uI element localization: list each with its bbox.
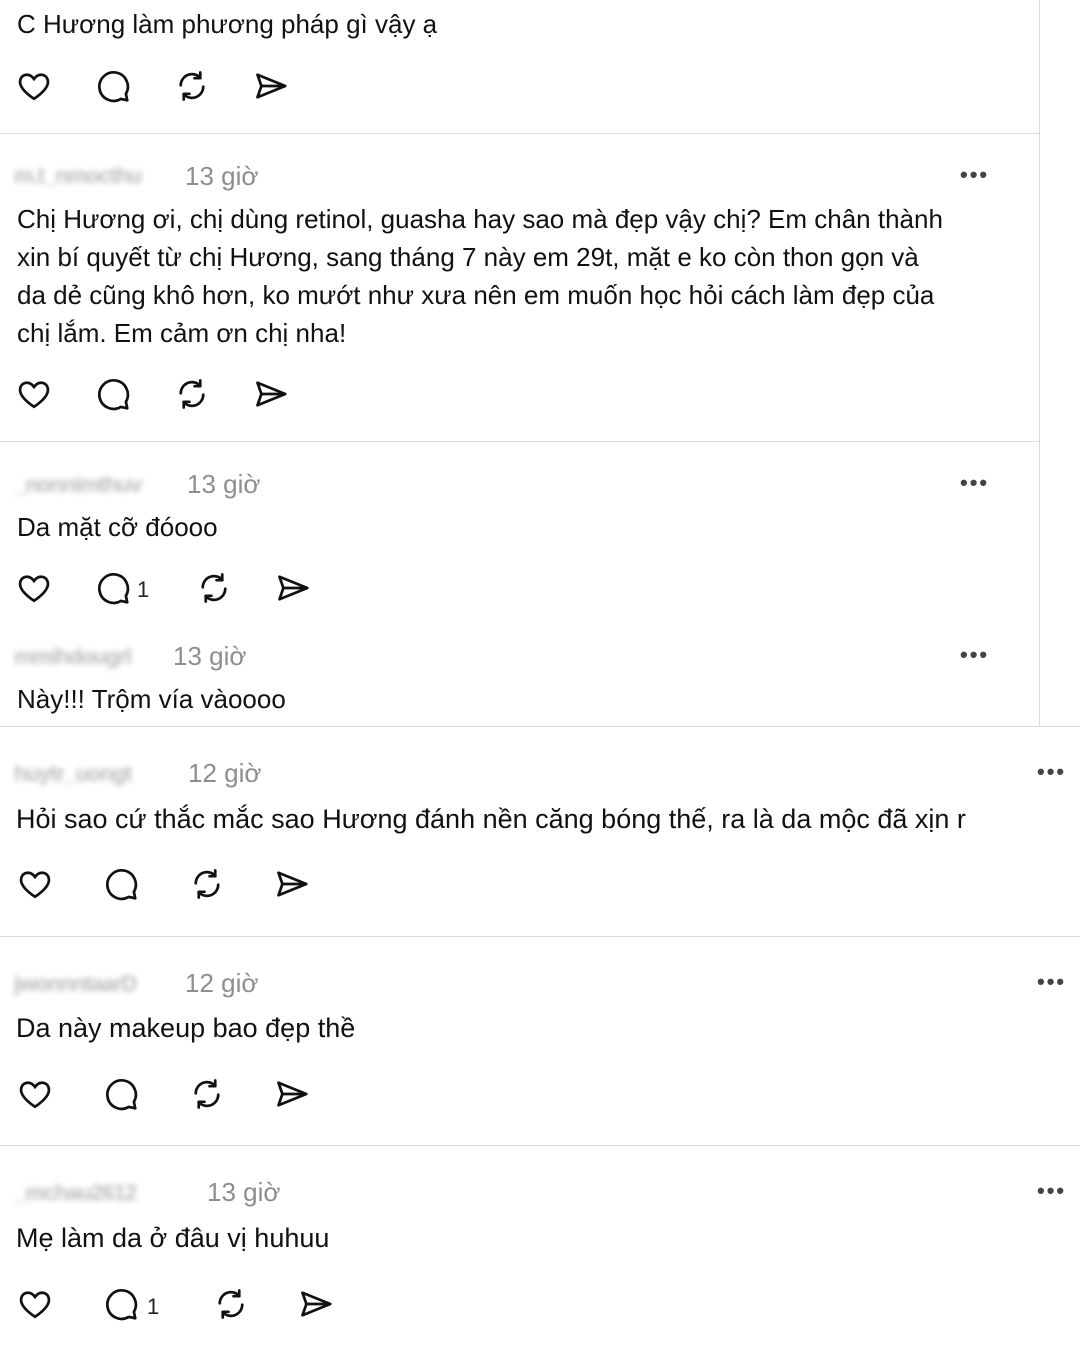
comment-text: Da mặt cỡ đóooo (17, 512, 218, 542)
action-bar (15, 1074, 335, 1118)
timestamp: 12 giờ (185, 968, 259, 998)
repost-icon[interactable] (187, 1074, 227, 1114)
share-icon[interactable] (296, 1284, 336, 1324)
action-bar (14, 374, 314, 416)
comment-icon[interactable] (101, 1074, 141, 1114)
username[interactable]: _mchau2612 (14, 1180, 137, 1206)
comment-text: Mẹ làm da ở đâu vị huhuu (16, 1223, 330, 1253)
share-icon[interactable] (273, 568, 313, 608)
username[interactable]: huytr_uongt (14, 761, 132, 787)
repost-icon[interactable] (194, 568, 234, 608)
repost-icon[interactable] (172, 374, 212, 414)
action-bar: 1 (15, 1284, 355, 1328)
heart-icon[interactable] (14, 374, 54, 414)
repost-icon[interactable] (187, 864, 227, 904)
comment-divider (0, 133, 1039, 134)
action-bar: 1 (14, 568, 334, 610)
thread-right-border (1039, 0, 1040, 727)
comment-text: Hỏi sao cứ thắc mắc sao Hương đánh nền c… (16, 804, 966, 834)
share-icon[interactable] (272, 864, 312, 904)
comment-icon[interactable] (101, 864, 141, 904)
heart-icon[interactable] (15, 1074, 55, 1114)
heart-icon[interactable] (14, 66, 54, 106)
username[interactable]: _nonnimthuv (14, 472, 142, 498)
more-options-icon[interactable]: ••• (1037, 759, 1066, 785)
username[interactable]: m.t_nmocthu (14, 163, 142, 189)
comment-divider (0, 726, 1080, 727)
heart-icon[interactable] (14, 568, 54, 608)
reply-count: 1 (137, 577, 150, 602)
heart-icon[interactable] (15, 1284, 55, 1324)
comment-icon[interactable] (93, 568, 133, 608)
share-icon[interactable] (251, 374, 291, 414)
comment-divider (0, 1145, 1080, 1146)
more-options-icon[interactable]: ••• (1037, 969, 1066, 995)
timestamp: 13 giờ (185, 161, 259, 191)
timestamp: 13 giờ (207, 1177, 281, 1207)
more-options-icon[interactable]: ••• (1037, 1178, 1066, 1204)
more-options-icon[interactable]: ••• (960, 470, 989, 496)
action-bar (14, 66, 314, 108)
repost-icon[interactable] (211, 1284, 251, 1324)
username[interactable]: mmihdougrl (14, 644, 132, 670)
timestamp: 13 giờ (173, 641, 247, 671)
username[interactable]: jwonnntaarD (14, 971, 137, 997)
comment-divider (0, 936, 1080, 937)
more-options-icon[interactable]: ••• (960, 162, 989, 188)
timestamp: 13 giờ (187, 469, 261, 499)
comment-icon[interactable] (93, 374, 133, 414)
comment-text: Da này makeup bao đẹp thề (16, 1013, 356, 1043)
comment-text: C Hương làm phương pháp gì vậy ạ (17, 9, 438, 39)
more-options-icon[interactable]: ••• (960, 642, 989, 668)
reply-count: 1 (147, 1294, 160, 1319)
comment-text: Này!!! Trộm vía vàoooo (17, 684, 286, 714)
comment-icon[interactable] (93, 66, 133, 106)
share-icon[interactable] (272, 1074, 312, 1114)
repost-icon[interactable] (172, 66, 212, 106)
share-icon[interactable] (251, 66, 291, 106)
action-bar (15, 864, 335, 908)
comment-icon[interactable] (101, 1284, 141, 1324)
timestamp: 12 giờ (188, 758, 262, 788)
heart-icon[interactable] (15, 864, 55, 904)
comment-divider (0, 441, 1039, 442)
comment-text: Chị Hương ơi, chị dùng retinol, guasha h… (17, 204, 943, 348)
